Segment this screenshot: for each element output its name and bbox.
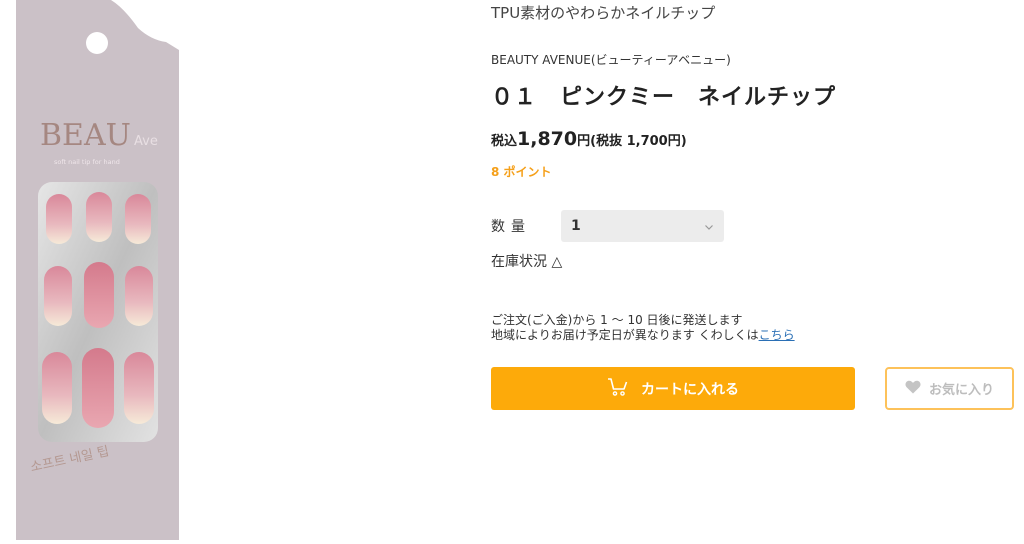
svg-text:Ave: Ave <box>134 134 158 149</box>
favorite-label: お気に入り <box>928 383 994 398</box>
brand-name: BEAUTY AVENUE(ビューティーアベニュー) <box>491 53 731 67</box>
quantity-select[interactable]: 1 <box>561 210 724 242</box>
svg-text:soft nail tip for hand: soft nail tip for hand <box>54 158 120 166</box>
product-subtitle: TPU素材のやわらかネイルチップ <box>491 4 716 22</box>
price-tail: 円(税抜 1,700円) <box>577 134 687 149</box>
stock-status: 在庫状況 △ <box>491 251 562 271</box>
heart-icon <box>905 380 929 398</box>
price-amount: 1,870 <box>517 128 578 150</box>
shipping-info: ご注文(ご入金)から 1 ～ 10 日後に発送します 地域によりお届け予定日が異… <box>491 313 795 343</box>
add-to-cart-button[interactable]: カートに入れる <box>491 367 855 410</box>
points-label: 8 ポイント <box>491 165 552 179</box>
cart-icon <box>607 377 641 401</box>
shipping-details-link[interactable]: こちら <box>759 328 795 342</box>
shipping-line-1: ご注文(ご入金)から 1 ～ 10 日後に発送します <box>491 313 743 327</box>
shipping-line-2: 地域によりお届け予定日が異なります くわしくは <box>491 328 759 342</box>
chevron-down-icon <box>704 217 714 236</box>
price: 税込1,870円(税抜 1,700円) <box>491 128 687 150</box>
stock-label: 在庫状況 <box>491 254 547 270</box>
stock-symbol: △ <box>551 254 563 270</box>
product-title: ０１ ピンクミー ネイルチップ <box>491 85 837 110</box>
product-image: BEAU Ave soft nail tip for hand 소프트 네일 팁 <box>16 0 179 540</box>
add-to-cart-label: カートに入れる <box>641 381 739 398</box>
quantity-label: 数量 <box>491 219 531 235</box>
package-logo: BEAU <box>40 118 131 153</box>
price-tax-label: 税込 <box>491 134 518 149</box>
favorite-button[interactable]: お気に入り <box>885 367 1014 410</box>
quantity-value: 1 <box>571 218 581 234</box>
